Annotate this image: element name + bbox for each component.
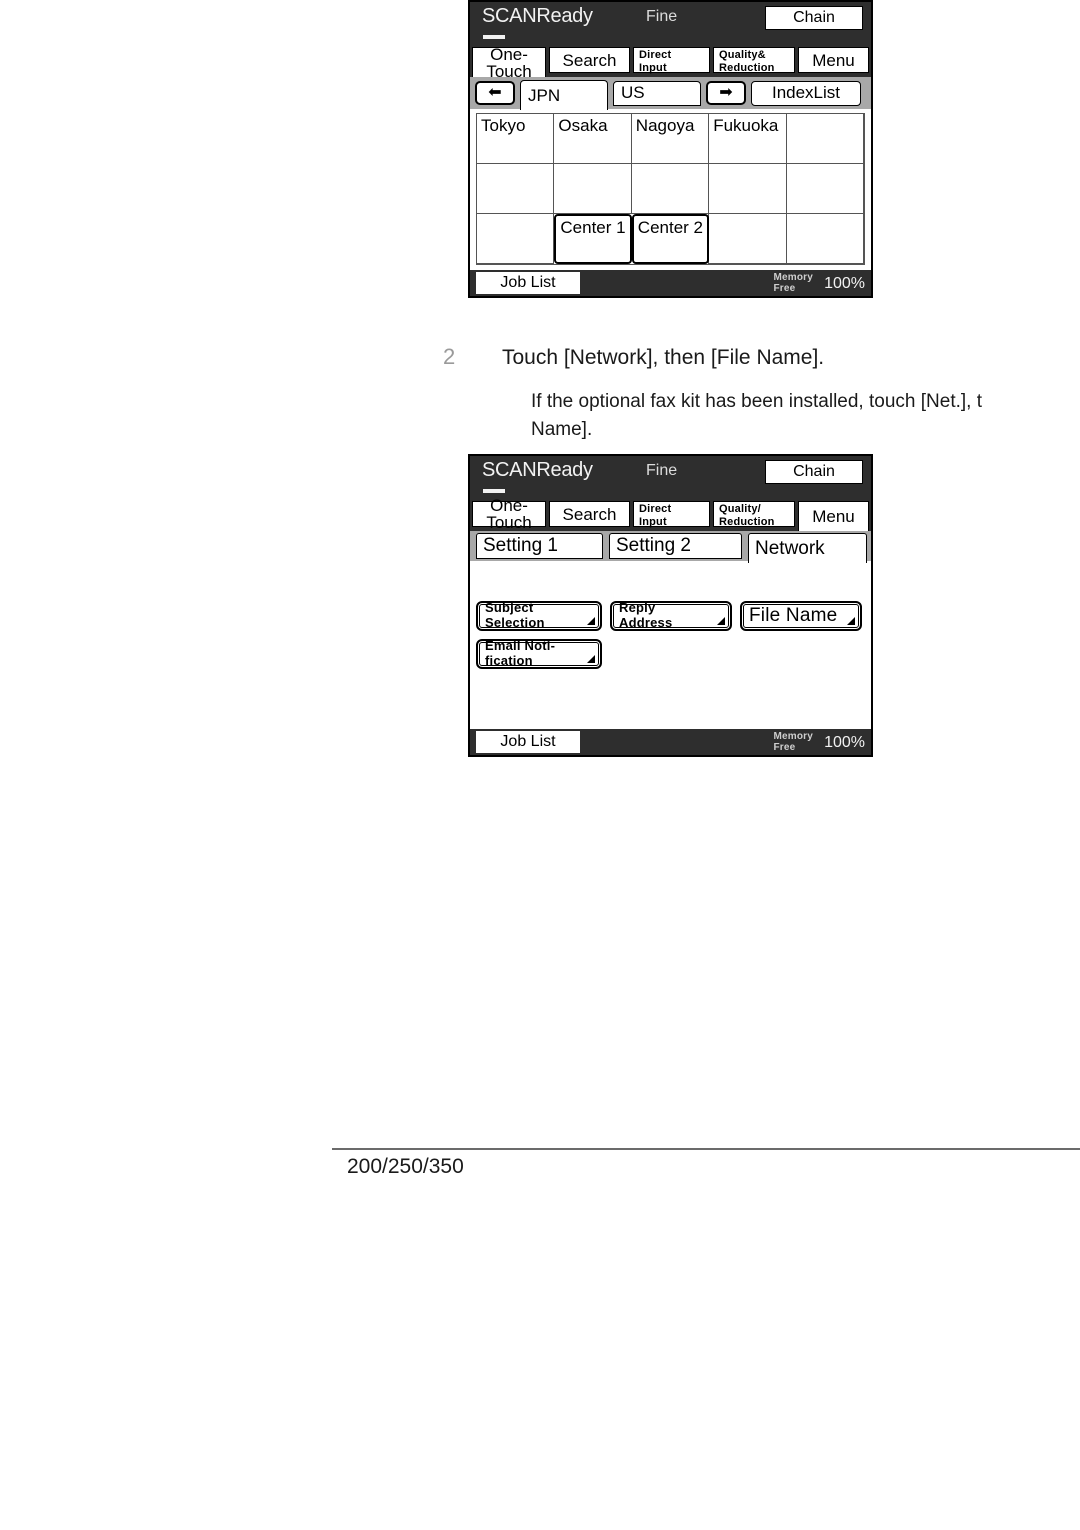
- subject-selection-line2: Selection: [485, 615, 545, 630]
- panel2-tab-direct-input-line2: Input: [638, 515, 667, 528]
- email-notification-button[interactable]: Email Noti- fication: [476, 639, 602, 669]
- panel1-tab-menu[interactable]: Menu: [797, 47, 869, 73]
- footer-model-label: 200/250/350: [347, 1155, 464, 1178]
- panel2-memory-line1: Memory: [773, 731, 813, 742]
- panel2-underline-indicator: [483, 489, 505, 493]
- panel1-header: SCANReady Fine Chain: [470, 2, 871, 47]
- panel1-memory-free-value: 100%: [824, 275, 865, 292]
- panel2-header: SCANReady Fine Chain: [470, 456, 871, 501]
- right-arrow-icon[interactable]: ➡: [706, 81, 746, 105]
- panel2-setting-tab-2[interactable]: Setting 2: [609, 533, 742, 559]
- one-touch-cell[interactable]: [708, 213, 787, 264]
- panel1-title: SCANReady: [482, 5, 593, 27]
- dropdown-corner-icon: [717, 617, 725, 625]
- panel2-memory-line2: Free: [773, 741, 796, 753]
- reply-address-button[interactable]: Reply Address: [610, 601, 732, 631]
- panel1-memory-free-label: Memory Free: [773, 272, 813, 294]
- panel2-tab-search[interactable]: Search: [549, 501, 630, 527]
- panel1-memory-line1: Memory: [773, 272, 813, 283]
- panel2-job-list-button[interactable]: Job List: [476, 731, 580, 753]
- panel1-statusbar: Job List Memory Free 100%: [470, 270, 871, 296]
- panel2-tab-quality-line2: Reduction: [718, 515, 775, 528]
- reply-address-line1: Reply: [619, 600, 656, 616]
- panel1-underline-indicator: [483, 35, 505, 39]
- email-notification-line1: Email Noti-: [485, 638, 556, 654]
- panel1-grid-wrapper: Tokyo Osaka Nagoya Fukuoka Center 1 Cent…: [470, 109, 871, 270]
- one-touch-cell[interactable]: [785, 113, 864, 164]
- panel1-resolution-label: Fine: [646, 8, 678, 25]
- footer-divider: [332, 1148, 1080, 1150]
- panel2-tabstrip: One-Touch Search Direct Input Quality/ R…: [470, 497, 871, 531]
- panel1-tab-direct-input[interactable]: Direct Input: [632, 47, 710, 74]
- subject-selection-button[interactable]: Subject Selection: [476, 601, 602, 631]
- panel1-tab-one-touch[interactable]: One-Touch: [472, 46, 547, 80]
- step-note-line-1: If the optional fax kit has been install…: [531, 391, 982, 412]
- panel1-tab-direct-input-line1: Direct: [638, 48, 672, 61]
- panel1-tab-quality-line2: Reduction: [718, 61, 775, 74]
- panel1-index-tab-jpn[interactable]: JPN: [520, 80, 608, 110]
- one-touch-cell[interactable]: [476, 163, 555, 214]
- one-touch-cell[interactable]: [708, 163, 787, 214]
- panel2-setting-tabstrip: Setting 1 Setting 2 Network: [470, 531, 871, 563]
- panel1-tab-quality-reduction[interactable]: Quality& Reduction: [712, 47, 795, 74]
- panel2-tab-menu[interactable]: Menu: [797, 501, 869, 531]
- one-touch-cell[interactable]: [630, 163, 710, 214]
- panel2-memory-free-value: 100%: [824, 734, 865, 751]
- panel1-tab-search[interactable]: Search: [549, 47, 630, 73]
- step-number-2: 2: [443, 344, 456, 369]
- panel1-body: Tokyo Osaka Nagoya Fukuoka Center 1 Cent…: [470, 109, 871, 270]
- panel2-tab-quality-reduction[interactable]: Quality/ Reduction: [712, 501, 795, 528]
- panel2-setting-tab-1[interactable]: Setting 1: [476, 533, 603, 559]
- panel2-tab-direct-input-line1: Direct: [638, 502, 672, 515]
- panel1-job-list-button[interactable]: Job List: [476, 272, 580, 294]
- dropdown-corner-icon: [587, 655, 595, 663]
- one-touch-cell[interactable]: [476, 213, 555, 264]
- one-touch-cell[interactable]: Nagoya: [630, 113, 710, 164]
- lcd-panel-network-menu: SCANReady Fine Chain One-Touch Search Di…: [468, 454, 873, 757]
- lcd-panel-one-touch: SCANReady Fine Chain One-Touch Search Di…: [468, 0, 873, 298]
- dropdown-corner-icon: [587, 617, 595, 625]
- panel1-chain-button[interactable]: Chain: [765, 6, 863, 30]
- panel2-setting-tab-network[interactable]: Network: [748, 533, 867, 563]
- one-touch-cell[interactable]: [785, 163, 864, 214]
- panel1-index-tab-us[interactable]: US: [613, 80, 701, 106]
- panel2-network-menu-area: Subject Selection Reply Address File Nam…: [470, 561, 871, 729]
- panel1-tab-quality-line1: Quality&: [718, 48, 766, 61]
- panel2-chain-button[interactable]: Chain: [765, 460, 863, 484]
- one-touch-cell[interactable]: [785, 213, 864, 264]
- one-touch-cell[interactable]: [553, 163, 632, 214]
- panel1-tab-direct-input-line2: Input: [638, 61, 667, 74]
- email-notification-line2: fication: [485, 653, 533, 668]
- panel2-statusbar: Job List Memory Free 100%: [470, 729, 871, 755]
- panel2-title: SCANReady: [482, 459, 593, 481]
- panel1-tabstrip: One-Touch Search Direct Input Quality& R…: [470, 46, 871, 80]
- subject-selection-line1: Subject: [485, 600, 534, 616]
- panel2-menu-row-1: Subject Selection Reply Address File Nam…: [476, 601, 871, 631]
- one-touch-cell[interactable]: Osaka: [553, 113, 632, 164]
- reply-address-line2: Address: [619, 615, 673, 630]
- panel2-tab-quality-line1: Quality/: [718, 502, 761, 515]
- left-arrow-icon[interactable]: ⬅: [475, 81, 515, 105]
- step-note: If the optional fax kit has been install…: [531, 388, 1080, 443]
- step-note-line-2: Name].: [531, 418, 593, 440]
- one-touch-cell[interactable]: Fukuoka: [708, 113, 787, 164]
- panel1-index-navigation: ⬅ JPN US ➡ IndexList: [470, 77, 871, 110]
- one-touch-cell-center-2[interactable]: Center 2: [631, 214, 710, 264]
- file-name-label: File Name: [749, 605, 838, 627]
- dropdown-corner-icon: [847, 617, 855, 625]
- panel1-memory-line2: Free: [773, 282, 796, 294]
- panel2-tab-one-touch[interactable]: One-Touch: [472, 497, 547, 531]
- one-touch-destination-grid: Tokyo Osaka Nagoya Fukuoka Center 1 Cent…: [476, 113, 865, 265]
- step-instruction: Touch [Network], then [File Name].: [502, 346, 825, 369]
- panel2-memory-free-label: Memory Free: [773, 731, 813, 753]
- panel2-tab-direct-input[interactable]: Direct Input: [632, 501, 710, 528]
- one-touch-cell[interactable]: Tokyo: [476, 113, 555, 164]
- one-touch-cell-center-1[interactable]: Center 1: [554, 214, 632, 264]
- file-name-button[interactable]: File Name: [740, 601, 862, 631]
- panel1-indexlist-button[interactable]: IndexList: [751, 80, 861, 106]
- panel2-menu-row-2: Email Noti- fication: [476, 639, 871, 669]
- panel2-resolution-label: Fine: [646, 462, 678, 479]
